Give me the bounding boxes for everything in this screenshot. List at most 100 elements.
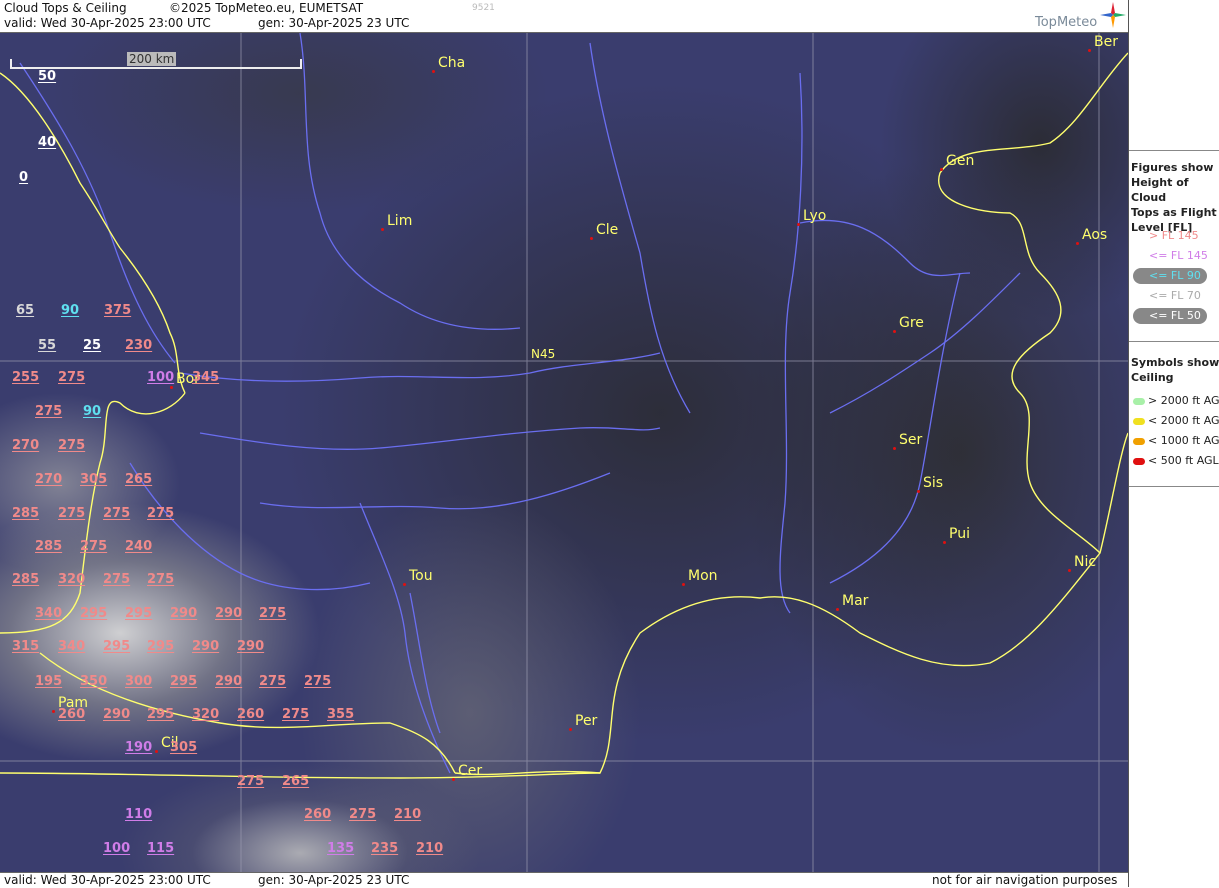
cloud-top-figure: 50 — [38, 69, 57, 84]
city-name: Mon — [688, 568, 718, 584]
cloud-top-figure: 275 — [349, 807, 377, 822]
cloud-top-figure: 305 — [170, 740, 198, 755]
city-gre: Gre — [893, 315, 924, 333]
city-cha: Cha — [432, 55, 466, 73]
city-marker-icon — [52, 710, 55, 713]
cloud-top-figure: 55 — [38, 338, 57, 353]
city-name: Cle — [596, 222, 619, 238]
ceiling-symbol-icon — [1133, 398, 1145, 405]
cloud-top-figure: 25 — [83, 338, 102, 353]
compass-logo-icon — [1100, 2, 1126, 31]
cloud-top-figure: 295 — [125, 606, 153, 621]
cloud-top-figure: 210 — [394, 807, 422, 822]
cloud-top-figure: 300 — [125, 674, 153, 689]
city-name: Per — [575, 713, 598, 729]
cloud-top-figure: 100 — [147, 370, 175, 385]
city-name: Cha — [438, 55, 466, 71]
city-marker-icon — [170, 386, 173, 389]
symbol-legend-item: < 1000 ft AGL — [1148, 434, 1219, 447]
cloud-top-figure: 270 — [35, 472, 63, 487]
city-marker-icon — [940, 168, 943, 171]
figure-legend-item: <= FL 145 — [1149, 249, 1208, 262]
city-name: Lyo — [803, 208, 827, 224]
cloud-top-figure: 40 — [38, 135, 57, 150]
cloud-top-figure: 210 — [416, 841, 444, 856]
city-aos: Aos — [1076, 227, 1107, 245]
city-marker-icon — [917, 490, 920, 493]
cloud-top-figure: 90 — [83, 404, 102, 419]
cloud-top-figure: 240 — [125, 539, 153, 554]
cloud-top-figure: 115 — [147, 841, 175, 856]
city-marker-icon — [1088, 49, 1091, 52]
logo-text: TopMeteo — [1035, 15, 1098, 30]
cloud-top-figure: 295 — [147, 707, 175, 722]
city-per: Per — [569, 713, 598, 731]
cloud-top-figure: 135 — [327, 841, 355, 856]
cloud-top-figure: 265 — [282, 774, 310, 789]
figure-legend-item: <= FL 70 — [1149, 289, 1201, 302]
cloud-top-figure: 295 — [170, 674, 198, 689]
city-name: Ser — [899, 432, 923, 448]
cloud-top-figure: 295 — [147, 639, 175, 654]
city-name: Gen — [946, 153, 975, 169]
city-name: Pui — [949, 526, 970, 542]
cloud-top-figure: 290 — [170, 606, 198, 621]
ceiling-symbol-icon — [1133, 458, 1145, 465]
cloud-top-figure: 275 — [259, 606, 287, 621]
cloud-top-figure: 100 — [103, 841, 131, 856]
city-name: Sis — [923, 475, 944, 491]
cloud-top-figure: 275 — [58, 438, 86, 453]
cloud-top-figure: 265 — [125, 472, 153, 487]
cloud-top-figure: 290 — [215, 674, 243, 689]
city-marker-icon — [590, 237, 593, 240]
city-mon: Mon — [682, 568, 718, 586]
cloud-top-figure: 255 — [12, 370, 40, 385]
city-name: Tou — [409, 568, 433, 584]
city-ser: Ser — [893, 432, 923, 450]
city-marker-icon — [893, 330, 896, 333]
cloud-top-figure: 275 — [103, 572, 131, 587]
cloud-top-figure: 275 — [147, 572, 175, 587]
city-name: Cer — [458, 763, 483, 779]
city-marker-icon — [797, 223, 800, 226]
city-marker-icon — [155, 750, 158, 753]
cloud-top-figure: 275 — [35, 404, 63, 419]
city-sis: Sis — [917, 475, 944, 493]
cloud-top-figure: 275 — [237, 774, 265, 789]
city-nic: Nic — [1068, 554, 1096, 572]
ceiling-symbol-icon — [1133, 418, 1145, 425]
cloud-top-figure: 65 — [16, 303, 35, 318]
valid-time: valid: Wed 30-Apr-2025 23:00 UTC — [4, 16, 211, 30]
cloud-top-figure: 260 — [304, 807, 332, 822]
symbol-legend-item: < 500 ft AGL — [1148, 454, 1219, 467]
city-ber: Ber — [1088, 34, 1118, 52]
figure-legend-item: > FL 145 — [1149, 229, 1199, 242]
generated-time: gen: 30-Apr-2025 23 UTC — [258, 16, 410, 30]
cloud-top-figure: 350 — [80, 674, 108, 689]
city-lyo: Lyo — [797, 208, 827, 226]
figures-legend-title: Figures show Height of Cloud Tops as Fli… — [1131, 161, 1217, 234]
cloud-top-figure: 290 — [103, 707, 131, 722]
legend-panel: Figures show Height of Cloud Tops as Fli… — [1128, 0, 1219, 887]
latitude-label: N45 — [531, 347, 556, 361]
city-mar: Mar — [836, 593, 869, 611]
product-code: 9521 — [472, 3, 495, 13]
cloud-top-figure: 290 — [237, 639, 265, 654]
cloud-top-figure: 345 — [192, 370, 220, 385]
cloud-top-figure: 305 — [80, 472, 108, 487]
city-name: Ber — [1094, 34, 1118, 50]
cloud-top-figure: 340 — [35, 606, 63, 621]
city-gen: Gen — [940, 153, 975, 171]
cloud-top-figure: 275 — [103, 506, 131, 521]
city-name: Mar — [842, 593, 869, 609]
cloud-top-figure: 260 — [237, 707, 265, 722]
header-bar: Cloud Tops & Ceiling ©2025 TopMeteo.eu, … — [0, 0, 1128, 33]
ceiling-symbol-icon — [1133, 438, 1145, 445]
satellite-map[interactable]: 200 km N45 Ber Cha Gen Lim Cle Lyo Aos Gre Bor Se… — [0, 33, 1128, 872]
symbols-legend-title: Symbols show Ceiling — [1131, 356, 1219, 384]
city-name: Gre — [899, 315, 924, 331]
cloud-top-figure: 285 — [35, 539, 63, 554]
disclaimer: not for air navigation purposes — [932, 873, 1118, 887]
city-marker-icon — [943, 541, 946, 544]
cloud-top-figure: 275 — [58, 506, 86, 521]
